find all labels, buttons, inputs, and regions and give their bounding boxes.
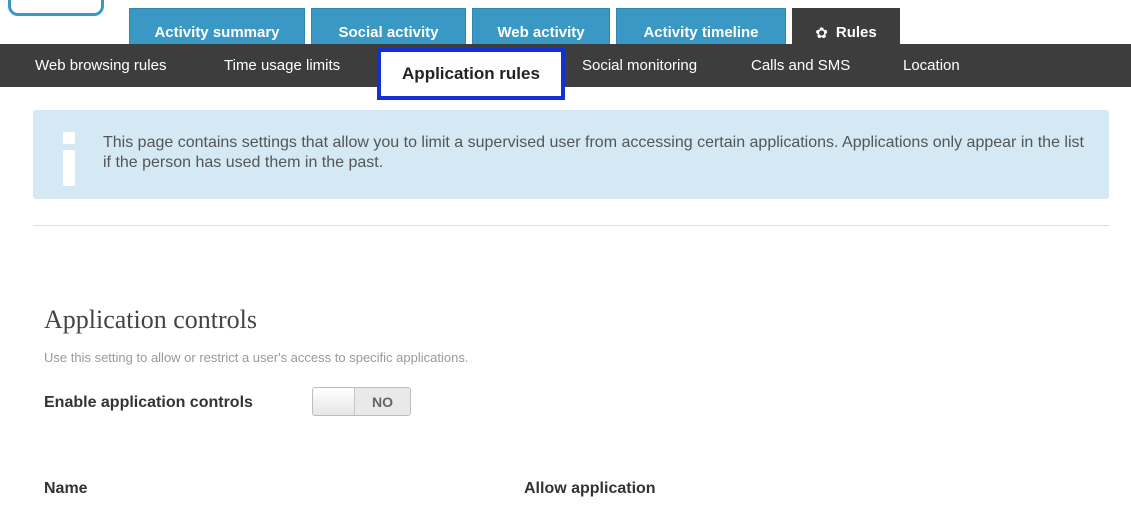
subnav-application-rules[interactable]: Application rules — [377, 48, 565, 100]
subnav-calls-and-sms[interactable]: Calls and SMS — [751, 44, 850, 87]
subnav-web-browsing-rules[interactable]: Web browsing rules — [35, 44, 166, 87]
section-description: Use this setting to allow or restrict a … — [44, 350, 469, 365]
info-box: This page contains settings that allow y… — [33, 110, 1109, 199]
toggle-knob — [313, 388, 355, 415]
tab-label: Social activity — [338, 24, 439, 41]
tab-label: Web activity — [497, 24, 585, 41]
divider — [33, 225, 1109, 226]
subnav-time-usage-limits[interactable]: Time usage limits — [224, 44, 340, 87]
tab-web-activity[interactable]: Web activity — [472, 8, 610, 44]
column-header-allow-application: Allow application — [524, 480, 656, 497]
enable-application-controls-toggle[interactable]: NO — [312, 387, 411, 416]
tab-social-activity[interactable]: Social activity — [311, 8, 466, 44]
tab-label: Activity summary — [154, 24, 280, 41]
tab-rules[interactable]: ✿ Rules — [792, 8, 900, 44]
column-header-name: Name — [44, 480, 88, 497]
info-text: This page contains settings that allow y… — [103, 134, 1084, 171]
logo — [8, 0, 104, 16]
rules-subnav: Web browsing rules Time usage limits Soc… — [0, 44, 1131, 100]
main-tabs: Activity summary Social activity Web act… — [129, 8, 906, 44]
enable-application-controls-label: Enable application controls — [44, 394, 253, 411]
tab-label: Activity timeline — [643, 24, 759, 41]
section-title: Application controls — [44, 305, 258, 334]
tab-label: Rules — [835, 24, 877, 41]
toggle-state: NO — [355, 388, 410, 415]
info-icon — [57, 132, 81, 186]
gear-icon: ✿ — [815, 24, 828, 42]
tab-activity-summary[interactable]: Activity summary — [129, 8, 305, 44]
tab-activity-timeline[interactable]: Activity timeline — [616, 8, 786, 44]
top-tab-bar: Activity summary Social activity Web act… — [0, 0, 1131, 44]
subnav-social-monitoring[interactable]: Social monitoring — [582, 44, 697, 87]
subnav-location[interactable]: Location — [903, 44, 960, 87]
